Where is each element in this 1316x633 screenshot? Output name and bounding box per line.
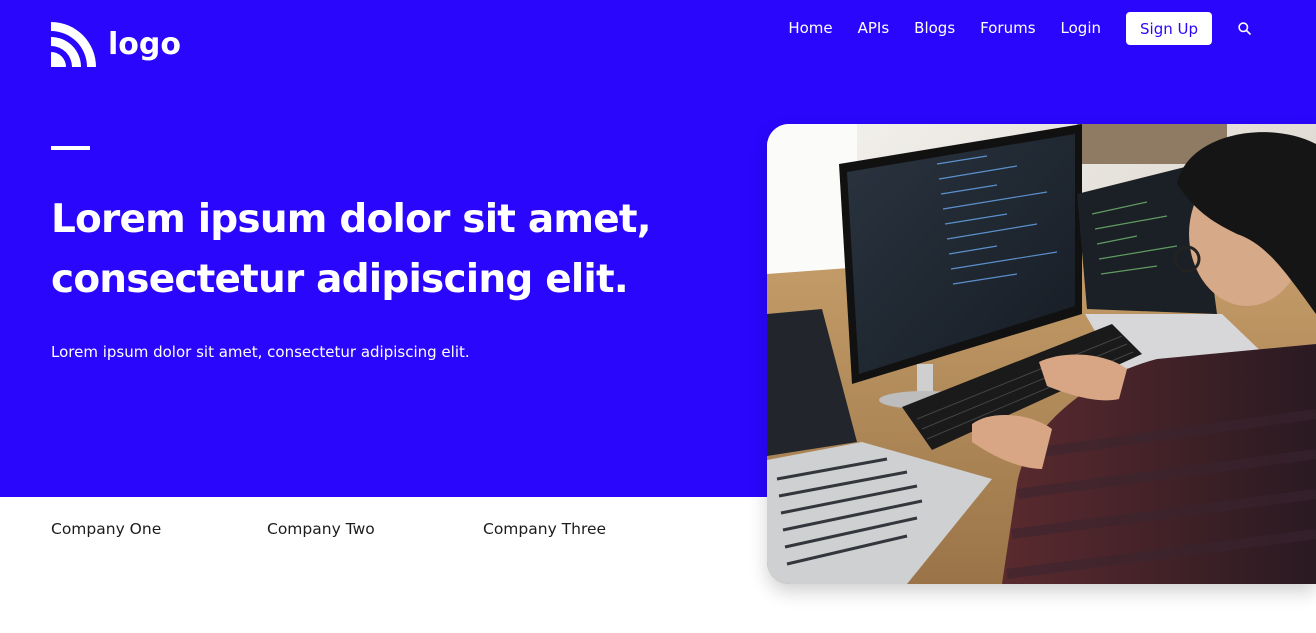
wifi-signal-icon (51, 22, 96, 67)
hero-headline: Lorem ipsum dolor sit amet, consectetur … (51, 190, 691, 310)
hero-headline-line1: Lorem ipsum dolor sit amet, (51, 197, 652, 242)
hero-image (767, 124, 1316, 584)
logo-text: logo (108, 26, 181, 62)
developer-workspace-illustration (767, 124, 1316, 584)
nav-login[interactable]: Login (1061, 12, 1101, 45)
company-two: Company Two (267, 520, 375, 538)
sign-up-button[interactable]: Sign Up (1126, 12, 1212, 45)
nav-home[interactable]: Home (788, 12, 832, 45)
nav-forums[interactable]: Forums (980, 12, 1035, 45)
nav-apis[interactable]: APIs (858, 12, 890, 45)
hero-subtext: Lorem ipsum dolor sit amet, consectetur … (51, 343, 470, 361)
company-logos-row: Company One Company Two Company Three (51, 519, 699, 539)
hero-headline-line2: consectetur adipiscing elit. (51, 257, 629, 302)
nav-blogs[interactable]: Blogs (914, 12, 955, 45)
main-nav: Home APIs Blogs Forums Login Sign Up (788, 12, 1252, 45)
search-icon (1237, 22, 1251, 35)
search-button[interactable] (1236, 21, 1252, 37)
company-one: Company One (51, 520, 162, 538)
headline-accent-line (51, 146, 90, 150)
company-three: Company Three (483, 520, 607, 538)
logo-link[interactable]: logo (51, 22, 181, 67)
